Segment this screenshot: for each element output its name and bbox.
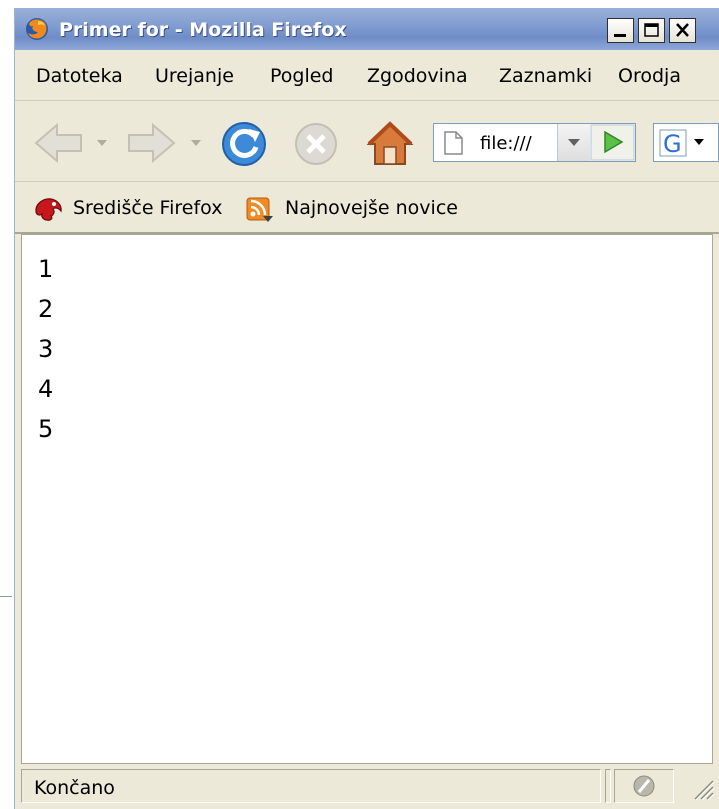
page-icon	[444, 131, 463, 155]
menu-item-file[interactable]: Datoteka	[36, 65, 123, 87]
home-icon[interactable]	[365, 119, 415, 169]
status-text: Končano	[34, 777, 115, 799]
minimize-icon	[614, 34, 626, 37]
rss-feed-icon	[246, 197, 273, 222]
status-bar: Končano	[15, 765, 719, 809]
content-line: 5	[38, 415, 54, 443]
maximize-button[interactable]	[638, 18, 665, 43]
security-panel[interactable]	[614, 769, 674, 803]
back-dropdown-icon[interactable]	[95, 137, 109, 149]
minimize-button[interactable]	[607, 18, 634, 43]
search-engine-letter: G	[663, 130, 682, 158]
chevron-down-icon	[568, 139, 580, 146]
forward-dropdown-icon[interactable]	[189, 137, 203, 149]
url-bar[interactable]: file:///	[433, 123, 636, 162]
resize-grip-icon[interactable]	[687, 773, 715, 803]
bookmark-label: Najnovejše novice	[285, 197, 458, 219]
reload-icon[interactable]	[219, 119, 269, 169]
bookmark-latest-news[interactable]: Najnovejše novice	[245, 196, 485, 222]
forward-arrow-icon[interactable]	[125, 121, 177, 165]
navigation-toolbar: file:/// G	[15, 101, 719, 182]
content-line: 1	[38, 255, 54, 283]
menu-item-tools[interactable]: Orodja	[618, 65, 681, 87]
bookmark-label: Središče Firefox	[73, 197, 223, 219]
no-security-icon	[633, 775, 655, 797]
back-arrow-icon[interactable]	[33, 121, 85, 165]
status-separator	[605, 769, 611, 803]
stop-icon[interactable]	[293, 121, 339, 167]
go-button[interactable]	[590, 124, 635, 161]
content-line: 2	[38, 295, 54, 323]
close-button[interactable]	[669, 18, 696, 43]
browser-window: Primer for - Mozilla Firefox Datoteka Ur…	[14, 8, 719, 809]
menu-item-history[interactable]: Zgodovina	[367, 65, 468, 87]
google-icon: G	[659, 129, 704, 158]
menu-bar: Datoteka Urejanje Pogled Zgodovina Zazna…	[15, 50, 719, 101]
close-icon	[676, 23, 689, 37]
go-arrow-icon	[590, 124, 635, 161]
menu-item-edit[interactable]: Urejanje	[155, 65, 234, 87]
url-text[interactable]: file:///	[480, 133, 532, 154]
left-guide-line	[0, 596, 12, 597]
bookmarks-toolbar: Središče Firefox Najnovejše novice	[15, 182, 719, 234]
menu-item-bookmarks[interactable]: Zaznamki	[499, 65, 592, 87]
title-bar[interactable]: Primer for - Mozilla Firefox	[15, 8, 719, 50]
window-title: Primer for - Mozilla Firefox	[59, 19, 347, 41]
content-line: 4	[38, 375, 54, 403]
bookmark-firefox-hub[interactable]: Središče Firefox	[33, 196, 245, 221]
status-panel: Končano	[21, 769, 601, 803]
firefox-hub-icon	[35, 198, 62, 221]
url-history-dropdown[interactable]	[557, 124, 590, 161]
firefox-logo-icon	[26, 18, 48, 40]
page-content: 1 2 3 4 5	[21, 234, 713, 764]
content-line: 3	[38, 335, 54, 363]
maximize-icon	[644, 23, 659, 37]
search-engine-selector[interactable]: G	[653, 123, 719, 162]
menu-item-view[interactable]: Pogled	[270, 65, 334, 87]
